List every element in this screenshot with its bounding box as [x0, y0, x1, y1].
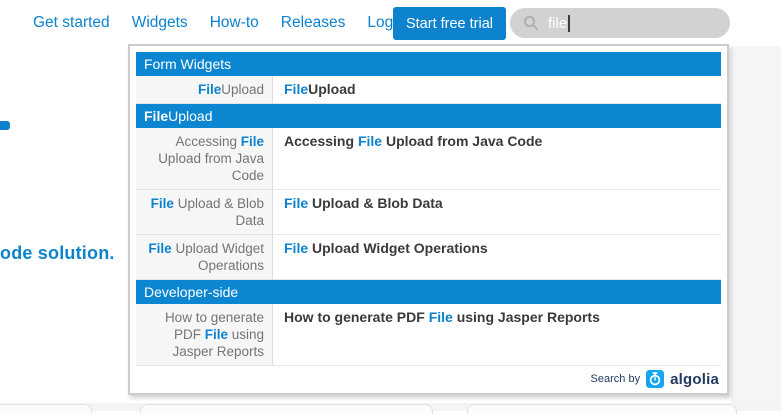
query-match-text: File: [358, 133, 382, 149]
nav-link-widgets[interactable]: Widgets: [132, 14, 188, 32]
result-text: Upload from Java Code: [158, 151, 264, 183]
result-text: Upload Widget Operations: [172, 241, 264, 273]
page-background-right: [731, 46, 781, 411]
top-navbar: Get startedWidgetsHow-toReleasesLogin St…: [0, 0, 781, 46]
result-text: How to generate PDF: [284, 309, 429, 325]
nav-links: Get startedWidgetsHow-toReleasesLogin: [33, 0, 405, 46]
result-text: Upload: [308, 81, 355, 97]
algolia-wordmark[interactable]: algolia: [670, 371, 719, 388]
result-title-link[interactable]: File Upload & Blob Data: [273, 190, 721, 234]
algolia-logo-icon: [646, 370, 664, 388]
query-match-text: File: [284, 81, 308, 97]
query-match-text: File: [241, 134, 264, 149]
result-text: Accessing: [284, 133, 358, 149]
result-title-link[interactable]: File Upload Widget Operations: [273, 235, 721, 279]
search-attribution: Search by algolia: [136, 366, 721, 393]
content-card-partial: [0, 404, 92, 414]
search-query-text: file: [548, 16, 567, 31]
result-text: using Jasper Reports: [453, 309, 600, 325]
result-text: Upload & Blob Data: [308, 195, 443, 211]
search-by-label: Search by: [591, 373, 641, 385]
result-text: Form Widgets: [144, 56, 231, 72]
result-title-link[interactable]: How to generate PDF File using Jasper Re…: [273, 304, 721, 365]
query-match-text: File: [205, 327, 228, 342]
result-category-label: FileUpload: [136, 76, 273, 103]
nav-link-releases[interactable]: Releases: [281, 14, 346, 32]
search-results-dropdown: Form WidgetsFileUploadFileUploadFileUplo…: [128, 44, 729, 395]
result-category-label: How to generate PDF File using Jasper Re…: [136, 304, 273, 365]
search-result-row[interactable]: File Upload & Blob DataFile Upload & Blo…: [136, 190, 721, 235]
text-caret: [568, 15, 570, 32]
search-result-row[interactable]: FileUploadFileUpload: [136, 76, 721, 104]
result-title-link[interactable]: Accessing File Upload from Java Code: [273, 128, 721, 189]
result-text: File: [144, 108, 168, 124]
search-results-sections: Form WidgetsFileUploadFileUploadFileUplo…: [136, 52, 721, 366]
result-category-label: File Upload & Blob Data: [136, 190, 273, 234]
search-result-row[interactable]: How to generate PDF File using Jasper Re…: [136, 304, 721, 366]
result-category-label: File Upload Widget Operations: [136, 235, 273, 279]
query-match-text: File: [151, 196, 174, 211]
search-result-row[interactable]: Accessing File Upload from Java CodeAcce…: [136, 128, 721, 190]
content-card-partial: [467, 404, 737, 414]
query-match-text: File: [284, 195, 308, 211]
result-text: Developer-side: [144, 284, 238, 300]
result-text: Upload: [168, 108, 212, 124]
search-icon: [523, 15, 539, 31]
query-match-text: File: [284, 240, 308, 256]
query-match-text: File: [198, 82, 221, 97]
page-tagline-fragment: ode solution.: [0, 243, 115, 264]
section-header: Developer-side: [136, 280, 721, 304]
start-free-trial-button[interactable]: Start free trial: [393, 7, 506, 40]
result-text: Upload from Java Code: [382, 133, 542, 149]
result-text: Upload: [221, 82, 264, 97]
query-match-text: File: [148, 241, 171, 256]
section-header: FileUpload: [136, 104, 721, 128]
nav-link-get-started[interactable]: Get started: [33, 14, 110, 32]
heading-fragment: [0, 121, 10, 130]
query-match-text: File: [429, 309, 453, 325]
result-title-link[interactable]: FileUpload: [273, 76, 721, 103]
result-text: Accessing: [175, 134, 240, 149]
content-card-partial: [140, 404, 433, 414]
search-result-row[interactable]: File Upload Widget OperationsFile Upload…: [136, 235, 721, 280]
search-input[interactable]: file: [510, 8, 730, 38]
result-category-label: Accessing File Upload from Java Code: [136, 128, 273, 189]
section-header: Form Widgets: [136, 52, 721, 76]
nav-link-how-to[interactable]: How-to: [210, 14, 259, 32]
result-text: Upload & Blob Data: [174, 196, 264, 228]
result-text: Upload Widget Operations: [308, 240, 488, 256]
